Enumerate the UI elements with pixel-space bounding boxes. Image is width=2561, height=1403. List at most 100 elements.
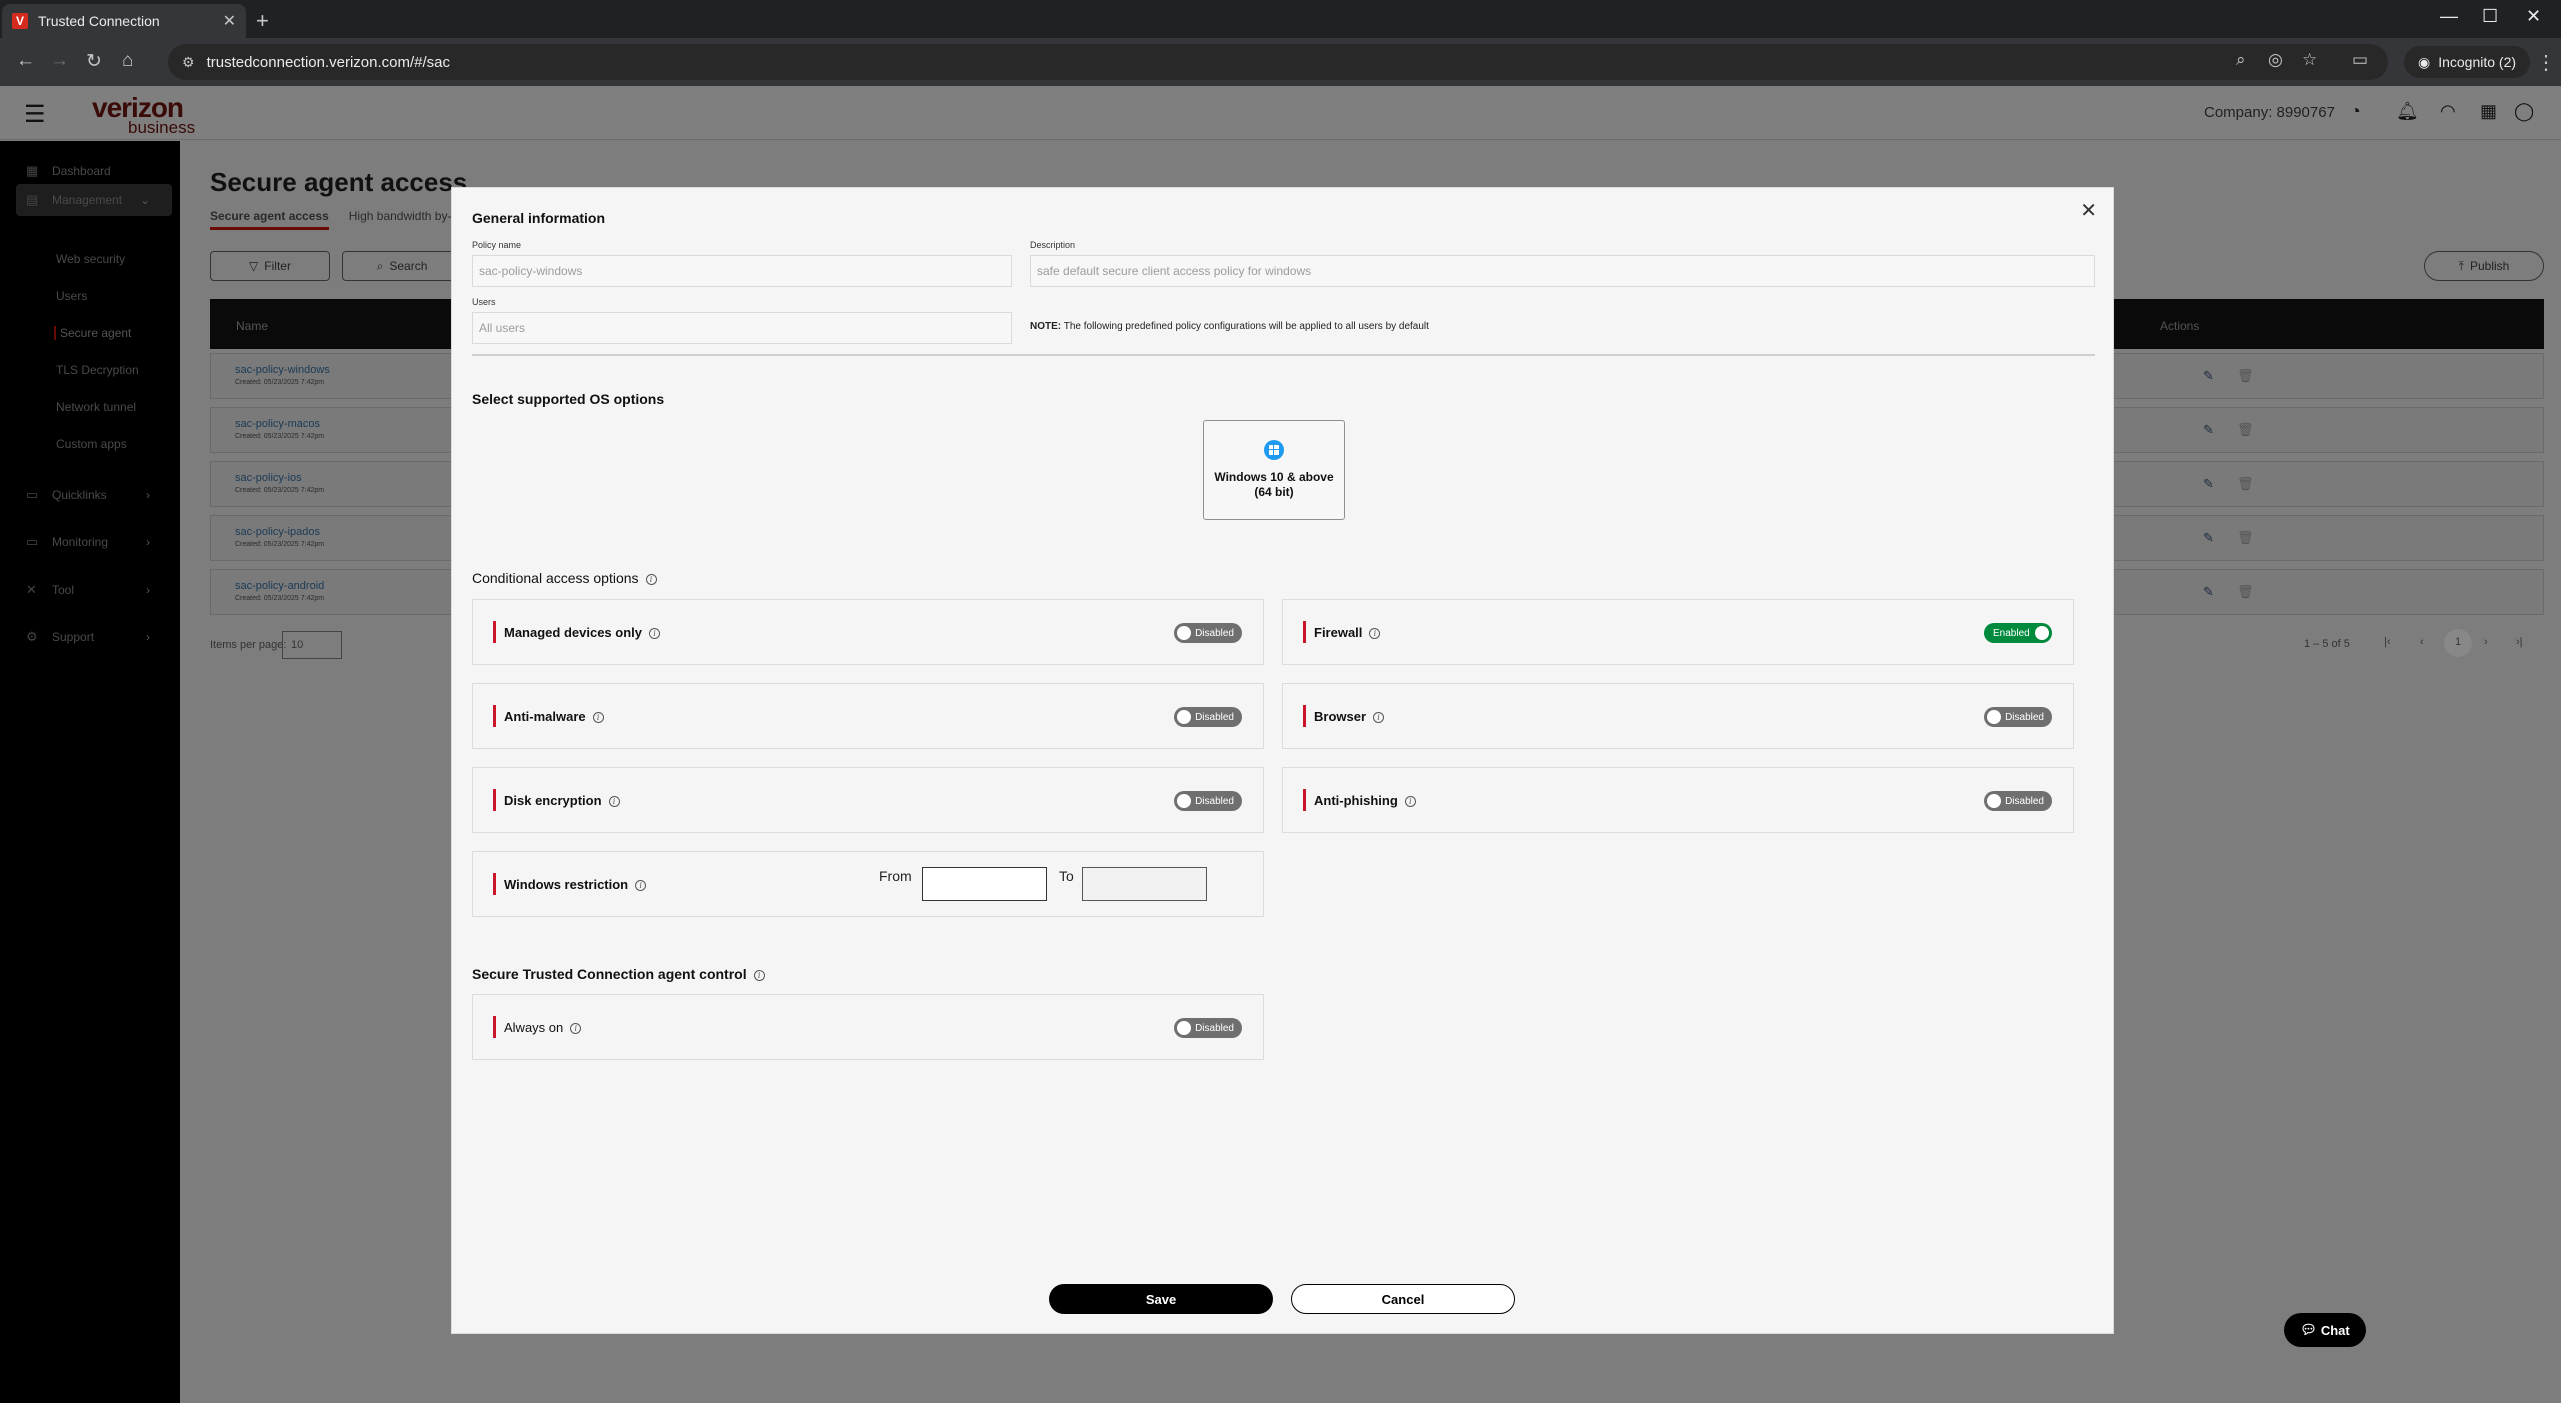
- sidebar-item-quicklinks[interactable]: ▭ Quicklinks ›: [0, 479, 180, 511]
- address-bar[interactable]: ⚙ trustedconnection.verizon.com/#/sac: [168, 44, 2388, 80]
- apps-grid-icon[interactable]: ▦: [2480, 101, 2497, 122]
- from-time-input[interactable]: [922, 867, 1047, 901]
- next-page-icon[interactable]: ›: [2484, 636, 2488, 648]
- support-headset-icon[interactable]: ◠: [2440, 101, 2456, 122]
- policy-link[interactable]: sac-policy-macos: [235, 418, 320, 430]
- reload-icon[interactable]: ↻: [86, 50, 102, 73]
- info-icon[interactable]: i: [649, 628, 660, 639]
- sidebar-item-management[interactable]: ▤ Management ⌄: [16, 184, 172, 216]
- disk-encryption-toggle[interactable]: Disabled: [1174, 791, 1242, 811]
- close-window-icon[interactable]: ✕: [2526, 6, 2541, 27]
- anti-phishing-toggle[interactable]: Disabled: [1984, 791, 2052, 811]
- last-page-icon[interactable]: ›|: [2516, 636, 2523, 648]
- bookmark-star-icon[interactable]: ☆: [2302, 50, 2317, 70]
- page-title: Secure agent access: [210, 167, 468, 197]
- delete-icon[interactable]: 🗑︎: [2237, 422, 2254, 438]
- description-label: Description: [1030, 240, 1076, 250]
- sidebar-item-support[interactable]: ⚙ Support ›: [0, 621, 180, 653]
- close-icon[interactable]: ✕: [2080, 198, 2097, 223]
- forward-icon[interactable]: →: [50, 50, 69, 72]
- sidebar-item-tool[interactable]: ✕ Tool ›: [0, 574, 180, 606]
- policy-link[interactable]: sac-policy-windows: [235, 364, 330, 376]
- app-header: ☰ verizon business Company: 8990767 ◔ 🔔︎…: [0, 86, 2561, 140]
- notifications-bell-icon[interactable]: 🔔︎: [2396, 101, 2419, 122]
- tab-high-bandwidth[interactable]: High bandwidth by-: [349, 209, 452, 230]
- current-page-number[interactable]: 1: [2444, 629, 2472, 657]
- publish-button[interactable]: ⤒ Publish: [2424, 251, 2544, 281]
- info-icon[interactable]: i: [1369, 628, 1381, 639]
- site-info-icon[interactable]: ⚙: [182, 54, 195, 71]
- close-tab-icon[interactable]: ✕: [223, 11, 236, 31]
- policy-link[interactable]: sac-policy-android: [235, 580, 324, 592]
- info-icon[interactable]: i: [608, 796, 620, 807]
- tab-search-icon[interactable]: ▭: [2352, 50, 2368, 70]
- edit-icon[interactable]: ✎: [2203, 476, 2214, 492]
- info-icon[interactable]: i: [1373, 712, 1385, 723]
- info-icon[interactable]: i: [753, 970, 765, 981]
- chat-button[interactable]: 💬︎ Chat: [2284, 1313, 2366, 1347]
- incognito-profile-button[interactable]: ◉ Incognito (2): [2404, 46, 2531, 78]
- info-icon[interactable]: i: [1404, 796, 1416, 807]
- eye-off-icon[interactable]: ◎: [2268, 50, 2283, 70]
- first-page-icon[interactable]: |‹: [2384, 636, 2391, 648]
- edit-icon[interactable]: ✎: [2203, 584, 2214, 600]
- pagination-range: 1 – 5 of 5: [2304, 638, 2350, 650]
- info-icon[interactable]: i: [592, 712, 604, 723]
- hamburger-menu-icon[interactable]: ☰: [24, 100, 46, 129]
- delete-icon[interactable]: 🗑︎: [2237, 368, 2254, 384]
- sidebar-sub-tls-decryption[interactable]: TLS Decryption: [56, 363, 139, 377]
- policy-link[interactable]: sac-policy-ipados: [235, 526, 320, 538]
- os-option-windows[interactable]: Windows 10 & above (64 bit): [1203, 420, 1345, 520]
- sidebar-sub-users[interactable]: Users: [56, 289, 87, 303]
- option-always-on: Always on i Disabled: [472, 994, 1264, 1060]
- edit-icon[interactable]: ✎: [2203, 422, 2214, 438]
- edit-icon[interactable]: ✎: [2203, 368, 2214, 384]
- minimize-icon[interactable]: —: [2440, 6, 2458, 27]
- cancel-button[interactable]: Cancel: [1291, 1284, 1515, 1314]
- edit-icon[interactable]: ✎: [2203, 530, 2214, 546]
- delete-icon[interactable]: 🗑︎: [2237, 476, 2254, 492]
- sidebar-item-monitoring[interactable]: ▭ Monitoring ›: [0, 526, 180, 558]
- to-time-input[interactable]: [1082, 867, 1207, 901]
- accent-bar: [493, 621, 496, 643]
- delete-icon[interactable]: 🗑︎: [2237, 530, 2254, 546]
- filter-button[interactable]: ▽ Filter: [210, 251, 330, 281]
- anti-malware-toggle[interactable]: Disabled: [1174, 707, 1242, 727]
- back-icon[interactable]: ←: [16, 50, 35, 72]
- users-label: Users: [472, 297, 496, 307]
- save-button[interactable]: Save: [1049, 1284, 1273, 1314]
- browser-toggle[interactable]: Disabled: [1984, 707, 2052, 727]
- managed-devices-toggle[interactable]: Disabled: [1174, 623, 1242, 643]
- new-tab-icon[interactable]: +: [256, 8, 269, 34]
- sidebar-sub-web-security[interactable]: Web security: [56, 252, 125, 266]
- support-icon: ⚙: [26, 629, 38, 644]
- users-field[interactable]: All users: [472, 312, 1012, 344]
- items-per-page-select[interactable]: 10: [282, 631, 342, 659]
- search-button[interactable]: ⌕ Search: [342, 251, 462, 281]
- prev-page-icon[interactable]: ‹: [2420, 636, 2424, 648]
- home-icon[interactable]: ⌂: [122, 50, 133, 72]
- dashboard-gauge-icon[interactable]: ◔: [2350, 101, 2361, 122]
- delete-icon[interactable]: 🗑︎: [2237, 584, 2254, 600]
- sidebar-sub-secure-agent[interactable]: Secure agent: [54, 326, 131, 340]
- tab-secure-agent-access[interactable]: Secure agent access: [210, 209, 329, 230]
- info-icon[interactable]: i: [645, 574, 657, 585]
- column-name[interactable]: Name: [236, 319, 268, 333]
- browser-tabstrip: V Trusted Connection ✕ + — ☐ ✕: [0, 0, 2561, 38]
- general-information-heading: General information: [472, 210, 606, 226]
- zoom-icon[interactable]: ⌕: [2236, 50, 2246, 70]
- always-on-toggle[interactable]: Disabled: [1174, 1018, 1242, 1038]
- sidebar-item-dashboard[interactable]: ▦ Dashboard: [0, 155, 180, 187]
- info-icon[interactable]: i: [635, 880, 647, 891]
- info-icon[interactable]: i: [570, 1023, 582, 1034]
- firewall-toggle[interactable]: Enabled: [1984, 623, 2052, 643]
- policy-name-field[interactable]: sac-policy-windows: [472, 255, 1012, 287]
- browser-menu-icon[interactable]: ⋮: [2536, 50, 2556, 75]
- policy-link[interactable]: sac-policy-ios: [235, 472, 302, 484]
- user-account-icon[interactable]: ◯: [2514, 101, 2534, 122]
- browser-tab[interactable]: V Trusted Connection ✕: [2, 4, 246, 38]
- description-field[interactable]: safe default secure client access policy…: [1030, 255, 2095, 287]
- sidebar-sub-custom-apps[interactable]: Custom apps: [56, 437, 127, 451]
- sidebar-sub-network-tunnel[interactable]: Network tunnel: [56, 400, 136, 414]
- maximize-icon[interactable]: ☐: [2482, 6, 2498, 27]
